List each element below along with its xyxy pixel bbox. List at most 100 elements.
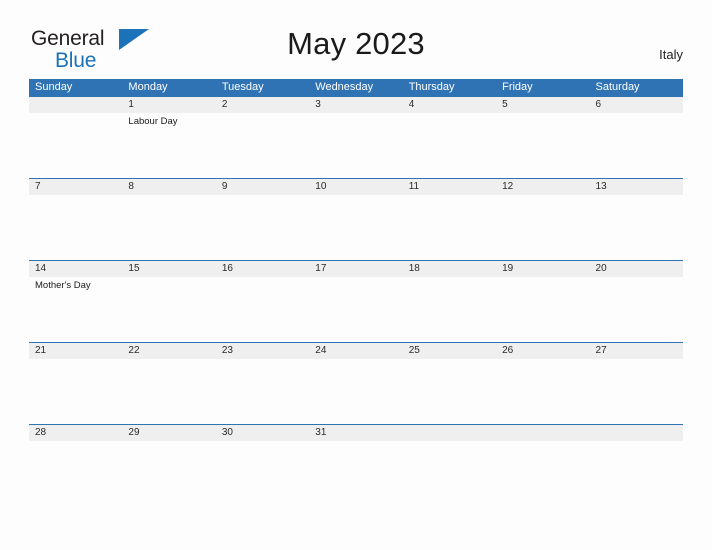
day-content-row [29, 195, 683, 260]
day-number[interactable]: 10 [309, 179, 402, 195]
day-cell[interactable] [216, 113, 309, 178]
day-cell[interactable] [403, 113, 496, 178]
day-number[interactable]: 11 [403, 179, 496, 195]
weekday-header-row: Sunday Monday Tuesday Wednesday Thursday… [29, 79, 683, 96]
day-number[interactable]: 4 [403, 97, 496, 113]
day-number[interactable]: 20 [590, 261, 683, 277]
day-cell[interactable] [216, 359, 309, 424]
day-cell[interactable] [122, 359, 215, 424]
day-number[interactable]: 14 [29, 261, 122, 277]
day-number[interactable]: 21 [29, 343, 122, 359]
day-number[interactable]: 6 [590, 97, 683, 113]
day-cell[interactable] [590, 359, 683, 424]
day-number[interactable]: 12 [496, 179, 589, 195]
day-number[interactable]: 26 [496, 343, 589, 359]
day-cell[interactable] [216, 277, 309, 342]
day-cell[interactable]: Labour Day [122, 113, 215, 178]
event-label: Labour Day [128, 116, 178, 127]
day-number[interactable]: 16 [216, 261, 309, 277]
day-number[interactable]: 19 [496, 261, 589, 277]
day-number[interactable]: 27 [590, 343, 683, 359]
day-cell[interactable] [496, 441, 589, 506]
country-label: Italy [659, 47, 683, 62]
day-number[interactable]: 17 [309, 261, 402, 277]
day-cell[interactable] [29, 359, 122, 424]
day-number[interactable] [29, 97, 122, 113]
weekday-header-sunday: Sunday [35, 81, 73, 93]
event-label: Mother's Day [35, 280, 91, 291]
day-cell[interactable] [309, 113, 402, 178]
day-number[interactable]: 29 [122, 425, 215, 441]
day-cell[interactable] [122, 441, 215, 506]
day-number[interactable]: 22 [122, 343, 215, 359]
date-number-band: 21 22 23 24 25 26 27 [29, 342, 683, 359]
day-number[interactable]: 24 [309, 343, 402, 359]
day-number[interactable]: 9 [216, 179, 309, 195]
day-cell[interactable] [590, 195, 683, 260]
day-cell[interactable] [496, 359, 589, 424]
day-content-row [29, 441, 683, 506]
day-number[interactable] [403, 425, 496, 441]
day-cell[interactable] [122, 277, 215, 342]
day-number[interactable]: 7 [29, 179, 122, 195]
date-number-band: 7 8 9 10 11 12 13 [29, 178, 683, 195]
date-number-band: 1 2 3 4 5 6 [29, 96, 683, 113]
day-number[interactable]: 28 [29, 425, 122, 441]
day-number[interactable]: 23 [216, 343, 309, 359]
weekday-header-saturday: Saturday [595, 81, 640, 93]
day-cell[interactable] [216, 441, 309, 506]
calendar-week-row: 21 22 23 24 25 26 27 [29, 342, 683, 424]
day-number[interactable]: 2 [216, 97, 309, 113]
weekday-header-tuesday: Tuesday [221, 81, 264, 93]
day-content-row: Mother's Day [29, 277, 683, 342]
day-number[interactable] [590, 425, 683, 441]
day-cell[interactable] [403, 359, 496, 424]
day-cell[interactable] [496, 277, 589, 342]
day-number[interactable]: 25 [403, 343, 496, 359]
weekday-header-wednesday: Wednesday [315, 81, 374, 93]
day-cell[interactable] [496, 195, 589, 260]
calendar-week-row: 7 8 9 10 11 12 13 [29, 178, 683, 260]
day-cell[interactable] [590, 113, 683, 178]
day-number[interactable] [496, 425, 589, 441]
day-cell[interactable]: Mother's Day [29, 277, 122, 342]
calendar-grid: Sunday Monday Tuesday Wednesday Thursday… [29, 79, 683, 506]
date-number-band: 28 29 30 31 [29, 424, 683, 441]
day-number[interactable]: 15 [122, 261, 215, 277]
calendar-week-row: 1 2 3 4 5 6 Labour Day [29, 96, 683, 178]
calendar-week-row: 14 15 16 17 18 19 20 Mother's Day [29, 260, 683, 342]
day-cell[interactable] [590, 441, 683, 506]
day-number[interactable]: 1 [122, 97, 215, 113]
day-number[interactable]: 3 [309, 97, 402, 113]
day-cell[interactable] [216, 195, 309, 260]
day-cell[interactable] [309, 359, 402, 424]
weekday-header-monday: Monday [128, 81, 168, 93]
day-number[interactable]: 8 [122, 179, 215, 195]
day-cell[interactable] [403, 277, 496, 342]
page-title: May 2023 [287, 26, 425, 61]
day-cell[interactable] [309, 441, 402, 506]
day-number[interactable]: 18 [403, 261, 496, 277]
day-content-row [29, 359, 683, 424]
day-cell[interactable] [496, 113, 589, 178]
calendar-week-row: 28 29 30 31 [29, 424, 683, 506]
weekday-header-friday: Friday [502, 81, 533, 93]
day-cell[interactable] [590, 277, 683, 342]
day-cell[interactable] [29, 195, 122, 260]
day-cell[interactable] [309, 277, 402, 342]
weekday-header-thursday: Thursday [408, 81, 455, 93]
day-cell[interactable] [309, 195, 402, 260]
day-cell[interactable] [403, 195, 496, 260]
day-number[interactable]: 13 [590, 179, 683, 195]
day-number[interactable]: 31 [309, 425, 402, 441]
day-content-row: Labour Day [29, 113, 683, 178]
day-number[interactable]: 30 [216, 425, 309, 441]
page-header: General Blue May 2023 Italy [0, 0, 712, 71]
calendar-page: General Blue May 2023 Italy Sunday Monda… [0, 0, 712, 550]
day-number[interactable]: 5 [496, 97, 589, 113]
day-cell[interactable] [29, 113, 122, 178]
day-cell[interactable] [403, 441, 496, 506]
day-cell[interactable] [122, 195, 215, 260]
day-cell[interactable] [29, 441, 122, 506]
date-number-band: 14 15 16 17 18 19 20 [29, 260, 683, 277]
